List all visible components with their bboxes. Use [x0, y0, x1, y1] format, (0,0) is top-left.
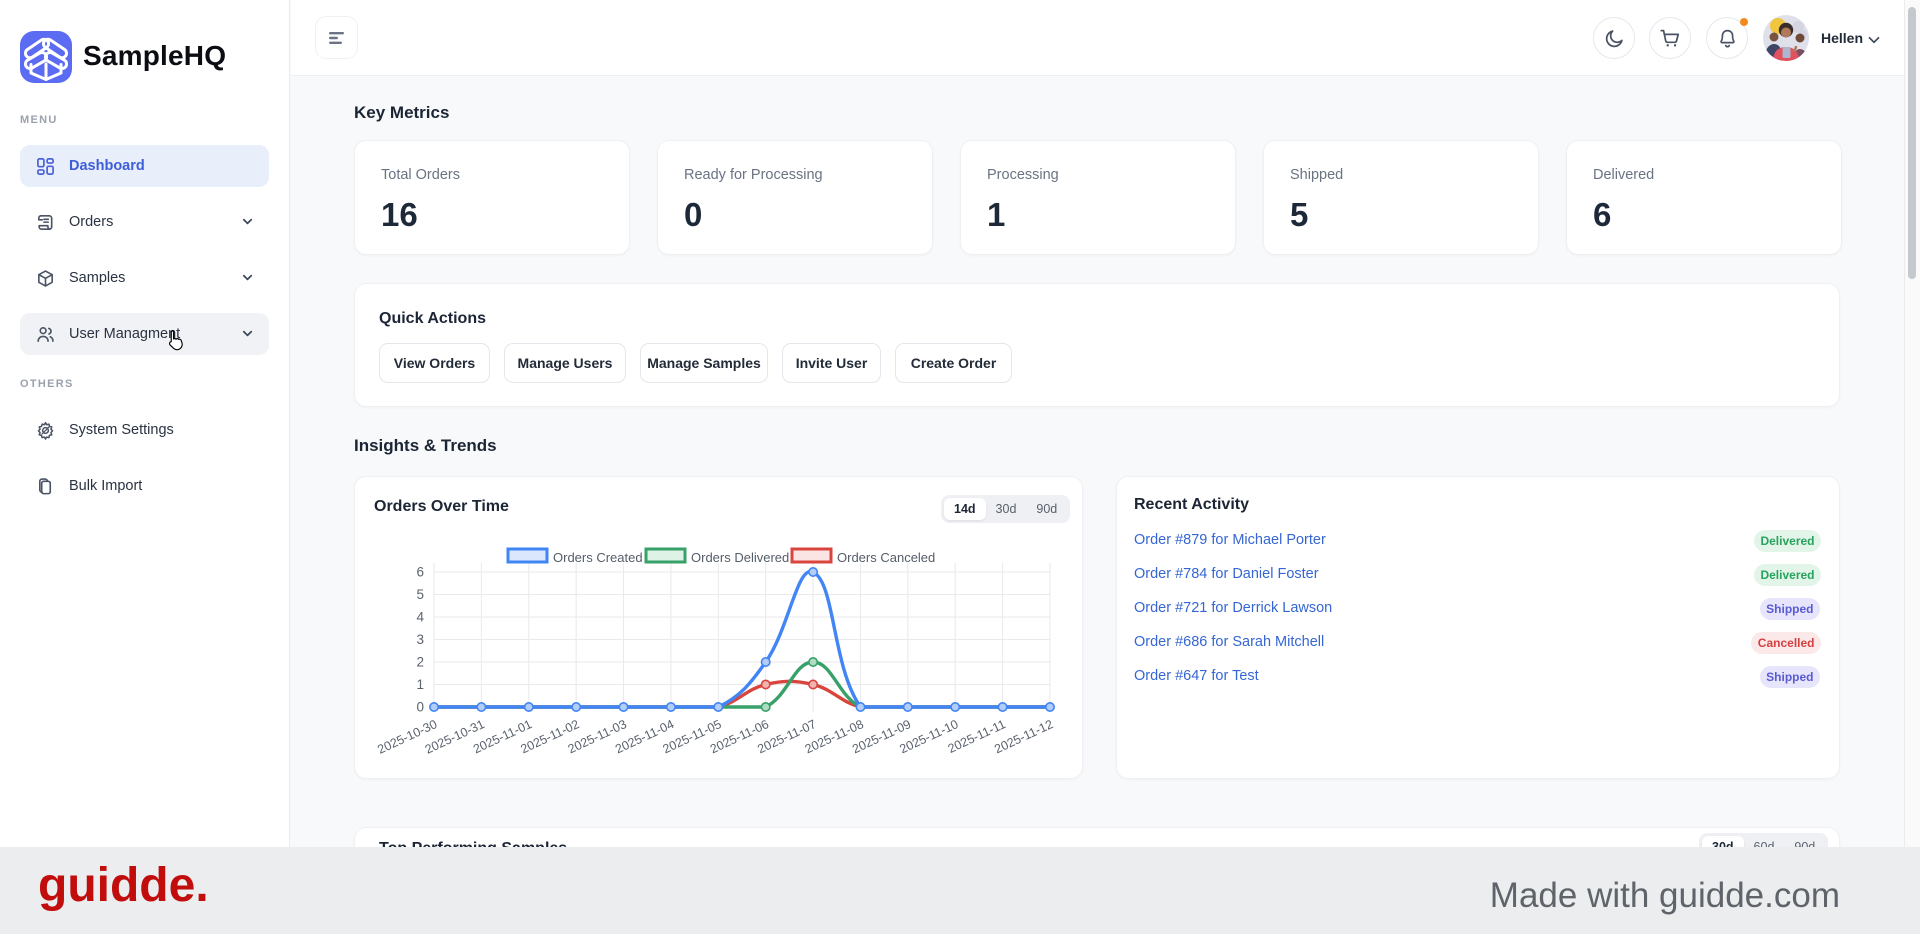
- svg-text:3: 3: [416, 632, 424, 647]
- svg-text:Orders Canceled: Orders Canceled: [837, 550, 935, 565]
- svg-text:Orders Delivered: Orders Delivered: [691, 550, 789, 565]
- svg-text:5: 5: [416, 587, 424, 602]
- svg-text:0: 0: [416, 700, 424, 715]
- svg-text:4: 4: [416, 610, 424, 625]
- svg-text:6: 6: [416, 565, 424, 580]
- svg-text:Orders Created: Orders Created: [553, 550, 643, 565]
- svg-text:2: 2: [416, 655, 424, 670]
- svg-text:1: 1: [416, 677, 424, 692]
